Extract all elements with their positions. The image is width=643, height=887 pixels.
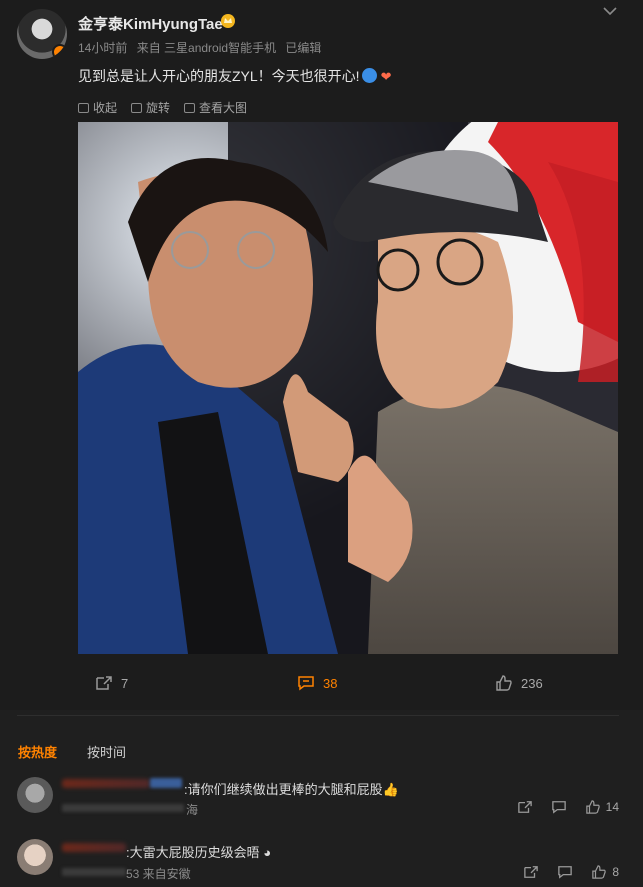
post-card: 金亨泰KimHyungTae 14小时前 来自 三星android智能手机 已编… — [0, 0, 643, 710]
comment-avatar[interactable] — [17, 839, 53, 875]
repost-button[interactable]: 7 — [95, 675, 128, 691]
user-avatar[interactable] — [17, 9, 67, 59]
comment-sort-tabs: 按热度 按时间 — [18, 742, 126, 761]
verified-badge-icon — [52, 44, 67, 59]
collapse-label: 收起 — [93, 101, 118, 115]
reply-icon[interactable] — [551, 800, 567, 814]
comment-item: :大雷大屁股历史级会晤 ◕ 53 来自安徽 8 — [0, 832, 643, 887]
tab-sort-hot[interactable]: 按热度 — [18, 742, 57, 761]
comment-user-badge — [150, 778, 182, 788]
username[interactable]: 金亨泰KimHyungTae — [78, 13, 223, 34]
collapse-button[interactable]: 收起 — [78, 99, 117, 116]
view-large-button[interactable]: 查看大图 — [184, 99, 247, 116]
comment-meta: 53 来自安徽 — [126, 867, 191, 881]
comment-avatar[interactable] — [17, 777, 53, 813]
rotate-label: 旋转 — [146, 101, 171, 115]
comment-text-body: :请你们继续做出更棒的大腿和屁股 — [184, 782, 383, 797]
repost-count: 7 — [121, 675, 129, 691]
globe-icon — [361, 68, 377, 83]
comment-text-body: :大雷大屁股历史级会晤 — [126, 845, 260, 860]
post-photo[interactable] — [78, 122, 618, 654]
tab-sort-time[interactable]: 按时间 — [87, 742, 126, 761]
post-time[interactable]: 14小时前 — [78, 41, 127, 55]
comment-button[interactable]: 38 — [297, 675, 337, 691]
comment-icon — [298, 676, 314, 691]
comment-actions: 14 — [517, 800, 619, 814]
comment-text: :大雷大屁股历史级会晤 ◕ — [126, 842, 271, 861]
thumbs-up-icon — [592, 865, 607, 879]
comment-item: :请你们继续做出更棒的大腿和屁股👍 海 14 — [0, 770, 643, 826]
post-source: 来自 三星android智能手机 — [136, 41, 277, 55]
comment-username-redacted — [62, 779, 150, 788]
collapse-icon — [78, 102, 89, 113]
comment-actions: 8 — [523, 865, 619, 879]
like-button[interactable]: 236 — [495, 675, 543, 691]
emoji-icon: ◕ — [259, 845, 272, 860]
thumbs-up-icon — [496, 675, 512, 691]
comment-like-button[interactable]: 8 — [591, 865, 619, 879]
comment-meta-redacted — [62, 868, 126, 876]
repost-icon — [96, 676, 112, 690]
comment-count: 38 — [323, 675, 338, 691]
comment-meta-redacted — [62, 804, 184, 812]
post-actions: 7 38 236 — [0, 675, 643, 699]
post-content: 见到总是让人开心的朋友ZYL！今天也很开心! ❤ — [78, 66, 391, 86]
comment-like-button[interactable]: 14 — [585, 800, 619, 814]
image-toolbar: 收起 旋转 查看大图 — [78, 99, 247, 116]
thumbs-up-icon — [585, 800, 600, 814]
comment-text: :请你们继续做出更棒的大腿和屁股👍 — [184, 779, 399, 798]
comment-meta: 海 — [186, 803, 199, 817]
post-edited[interactable]: 已编辑 — [285, 41, 321, 55]
reply-icon[interactable] — [557, 865, 573, 879]
repost-icon[interactable] — [517, 800, 533, 814]
comment-like-count: 14 — [605, 800, 619, 814]
repost-icon[interactable] — [523, 865, 539, 879]
heart-emoji-icon: ❤ — [380, 69, 392, 84]
crown-icon — [221, 14, 235, 28]
divider — [17, 715, 619, 716]
comment-username-redacted — [62, 843, 126, 852]
rotate-icon — [131, 102, 143, 113]
rotate-button[interactable]: 旋转 — [131, 99, 170, 116]
post-text: 见到总是让人开心的朋友ZYL！今天也很开心! — [78, 68, 360, 84]
comment-like-count: 8 — [612, 865, 619, 879]
thumbs-up-emoji-icon: 👍 — [382, 782, 399, 797]
view-large-label: 查看大图 — [199, 101, 248, 115]
like-count: 236 — [521, 675, 543, 691]
view-large-icon — [184, 102, 196, 113]
post-meta: 14小时前 来自 三星android智能手机 已编辑 — [78, 39, 327, 56]
chevron-down-icon[interactable] — [603, 6, 617, 16]
